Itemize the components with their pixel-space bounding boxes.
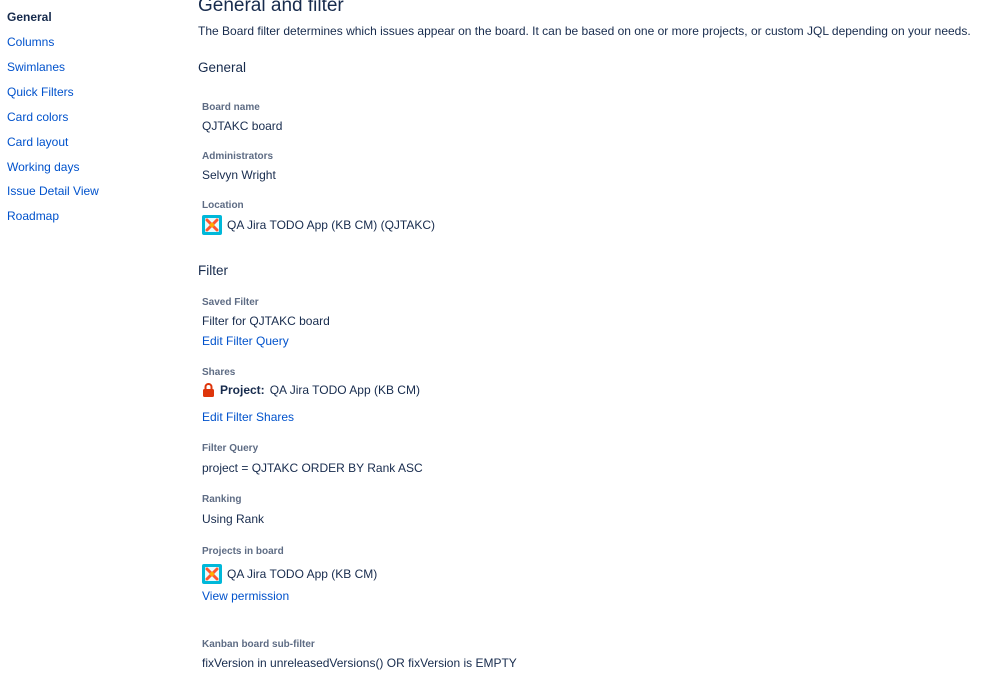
sidebar-item-quick-filters[interactable]: Quick Filters (7, 84, 74, 100)
shares-project: QA Jira TODO App (KB CM) (269, 383, 420, 397)
filter-query-value: project = QJTAKC ORDER BY Rank ASC (202, 461, 423, 475)
edit-filter-query-link[interactable]: Edit Filter Query (202, 333, 289, 349)
page-title: General and filter (198, 0, 344, 16)
administrators-label: Administrators (202, 151, 274, 162)
projects-in-board-label: Projects in board (202, 546, 284, 557)
shares-prefix: Project: (220, 383, 265, 397)
sidebar-item-working-days[interactable]: Working days (7, 159, 79, 175)
shares-value: Project: QA Jira TODO App (KB CM) (202, 382, 420, 398)
sidebar-item-roadmap[interactable]: Roadmap (7, 208, 59, 224)
kanban-subfilter-value: fixVersion in unreleasedVersions() OR fi… (202, 656, 517, 670)
location-text: QA Jira TODO App (KB CM) (QJTAKC) (227, 218, 436, 232)
project-avatar-icon (202, 215, 222, 235)
general-section-heading: General (198, 60, 247, 75)
saved-filter-label: Saved Filter (202, 297, 259, 308)
sidebar-item-card-layout[interactable]: Card layout (7, 134, 68, 150)
filter-section-heading: Filter (198, 263, 228, 278)
sidebar-item-general[interactable]: General (7, 9, 52, 25)
location-label: Location (202, 200, 244, 211)
projects-in-board-value: QA Jira TODO App (KB CM) (202, 564, 377, 584)
lock-icon (202, 383, 215, 397)
filter-query-label: Filter Query (202, 443, 259, 454)
sidebar-item-issue-detail-view[interactable]: Issue Detail View (7, 183, 99, 199)
administrators-value: Selvyn Wright (202, 168, 276, 182)
edit-filter-shares-link[interactable]: Edit Filter Shares (202, 409, 294, 425)
view-permission-link[interactable]: View permission (202, 588, 289, 604)
ranking-label: Ranking (202, 494, 242, 505)
board-name-value: QJTAKC board (202, 119, 283, 133)
shares-label: Shares (202, 367, 236, 378)
location-value: QA Jira TODO App (KB CM) (QJTAKC) (202, 215, 435, 235)
saved-filter-value: Filter for QJTAKC board (202, 314, 330, 328)
sidebar-item-swimlanes[interactable]: Swimlanes (7, 59, 65, 75)
sidebar-item-columns[interactable]: Columns (7, 34, 54, 50)
page-description: The Board filter determines which issues… (198, 24, 971, 38)
board-name-label: Board name (202, 102, 260, 113)
projects-in-board-text: QA Jira TODO App (KB CM) (227, 567, 378, 581)
kanban-subfilter-label: Kanban board sub-filter (202, 639, 315, 650)
ranking-value: Using Rank (202, 512, 265, 526)
sidebar-item-card-colors[interactable]: Card colors (7, 109, 68, 125)
project-avatar-icon (202, 564, 222, 584)
